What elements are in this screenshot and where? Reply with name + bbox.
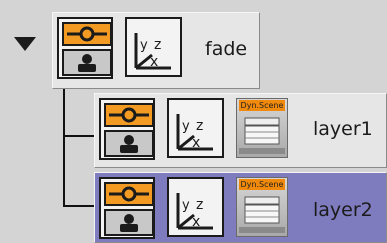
axis-label-z: z: [196, 118, 203, 134]
layer-node-layer2[interactable]: y z x Dyn.Scene layer2: [94, 172, 387, 243]
eye-icon: [109, 186, 149, 202]
transform-axis-button[interactable]: y z x: [167, 177, 224, 237]
layer-name-layer2: layer2: [313, 199, 373, 221]
tree-connector: [63, 135, 95, 137]
transform-axis-icon: y z x: [176, 193, 213, 230]
layer-node-fade[interactable]: y z x fade: [52, 12, 260, 89]
solo-toggle-button[interactable]: [62, 49, 112, 76]
axis-label-z: z: [196, 197, 203, 213]
axis-label-x: x: [192, 135, 200, 151]
tree-connector: [63, 89, 65, 207]
layer-name-layer1: layer1: [313, 118, 373, 140]
transform-axis-icon: y z x: [176, 114, 213, 151]
axis-label-x: x: [150, 54, 158, 70]
transform-axis-button[interactable]: y z x: [125, 17, 182, 77]
axis-label-y: y: [182, 198, 190, 213]
thumbnail-type-label: Dyn.Scene: [239, 179, 285, 190]
axis-label-y: y: [140, 38, 148, 53]
visibility-toggle-button[interactable]: [104, 103, 154, 127]
tree-connector: [63, 205, 95, 207]
layer-name-fade: fade: [205, 38, 248, 60]
solo-toggle-button[interactable]: [104, 130, 154, 157]
transform-axis-button[interactable]: y z x: [167, 98, 224, 158]
eye-icon: [109, 107, 149, 123]
eye-icon: [67, 26, 107, 42]
visibility-toggle-button[interactable]: [104, 182, 154, 206]
scene-thumbnail[interactable]: Dyn.Scene: [236, 177, 288, 237]
visibility-toggle-group: [99, 177, 155, 239]
solo-toggle-button[interactable]: [104, 209, 154, 236]
person-icon: [120, 214, 138, 232]
person-icon: [120, 135, 138, 153]
axis-label-y: y: [182, 119, 190, 134]
clapperboard-icon: [239, 196, 285, 233]
axis-label-z: z: [154, 37, 161, 53]
visibility-toggle-group: [99, 98, 155, 160]
axis-label-x: x: [192, 214, 200, 230]
layer-node-layer1[interactable]: y z x Dyn.Scene layer1: [94, 93, 387, 168]
scene-thumbnail[interactable]: Dyn.Scene: [236, 98, 288, 158]
thumbnail-type-label: Dyn.Scene: [239, 100, 285, 111]
transform-axis-icon: y z x: [134, 33, 171, 70]
visibility-toggle-group: [57, 17, 113, 79]
expand-triangle-icon[interactable]: [13, 35, 37, 53]
visibility-toggle-button[interactable]: [62, 22, 112, 46]
person-icon: [78, 54, 96, 72]
clapperboard-icon: [239, 117, 285, 154]
